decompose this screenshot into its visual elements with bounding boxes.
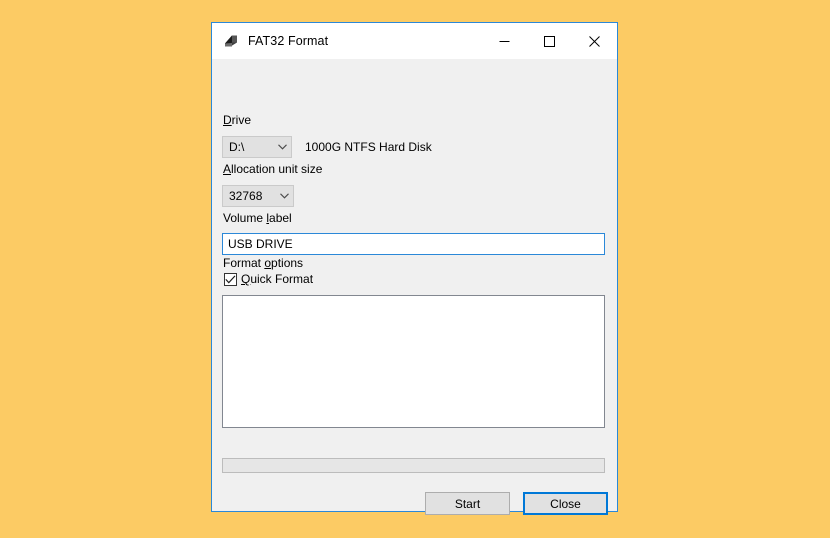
quick-format-checkbox[interactable]: Quick Format <box>224 272 313 286</box>
checkbox-box <box>224 272 237 286</box>
drive-select-value: D:\ <box>229 140 245 154</box>
titlebar-left: FAT32 Format <box>212 23 482 59</box>
maximize-button[interactable] <box>527 23 572 59</box>
chevron-down-icon <box>273 144 291 150</box>
allocation-label-rest: llocation unit size <box>231 162 323 176</box>
start-button[interactable]: Start <box>425 492 510 515</box>
drive-select[interactable]: D:\ <box>222 136 292 158</box>
volume-label-input[interactable] <box>222 233 605 255</box>
format-options-pre: Format <box>223 256 265 270</box>
close-button-bottom[interactable]: Close <box>523 492 608 515</box>
quick-format-mnemonic: Q <box>241 272 251 286</box>
volume-label-pre: Volume <box>223 211 267 225</box>
close-button[interactable] <box>572 23 617 59</box>
drive-label-rest: rive <box>231 113 252 127</box>
maximize-icon <box>544 35 555 47</box>
drive-icon <box>222 32 240 50</box>
allocation-unit-size-value: 32768 <box>229 189 263 203</box>
fat32-format-window: FAT32 Format Drive D:\ 1000G NTFS Hard D… <box>211 22 618 515</box>
minimize-button[interactable] <box>482 23 527 59</box>
window-title: FAT32 Format <box>248 34 329 48</box>
volume-label-label: Volume label <box>223 211 292 225</box>
checkmark-icon <box>225 274 236 283</box>
volume-label-rest: abel <box>269 211 292 225</box>
format-options-rest: ptions <box>271 256 304 270</box>
progress-bar <box>222 458 605 473</box>
drive-label-mnemonic: D <box>223 113 232 127</box>
chevron-down-icon <box>275 193 293 199</box>
window-titlebar[interactable]: FAT32 Format <box>212 23 617 59</box>
log-output-area[interactable] <box>222 295 605 428</box>
allocation-unit-size-select[interactable]: 32768 <box>222 185 294 207</box>
allocation-unit-size-label: Allocation unit size <box>223 162 322 176</box>
drive-label: Drive <box>223 113 251 127</box>
dialog-client-area: Drive D:\ 1000G NTFS Hard Disk Allocatio… <box>212 59 617 515</box>
format-options-label: Format options <box>223 256 303 270</box>
quick-format-label-rest: uick Format <box>250 272 314 286</box>
close-icon <box>589 35 600 47</box>
allocation-label-mnemonic: A <box>223 162 232 176</box>
drive-info-text: 1000G NTFS Hard Disk <box>305 140 432 154</box>
quick-format-label: Quick Format <box>241 272 313 286</box>
minimize-icon <box>499 40 510 42</box>
